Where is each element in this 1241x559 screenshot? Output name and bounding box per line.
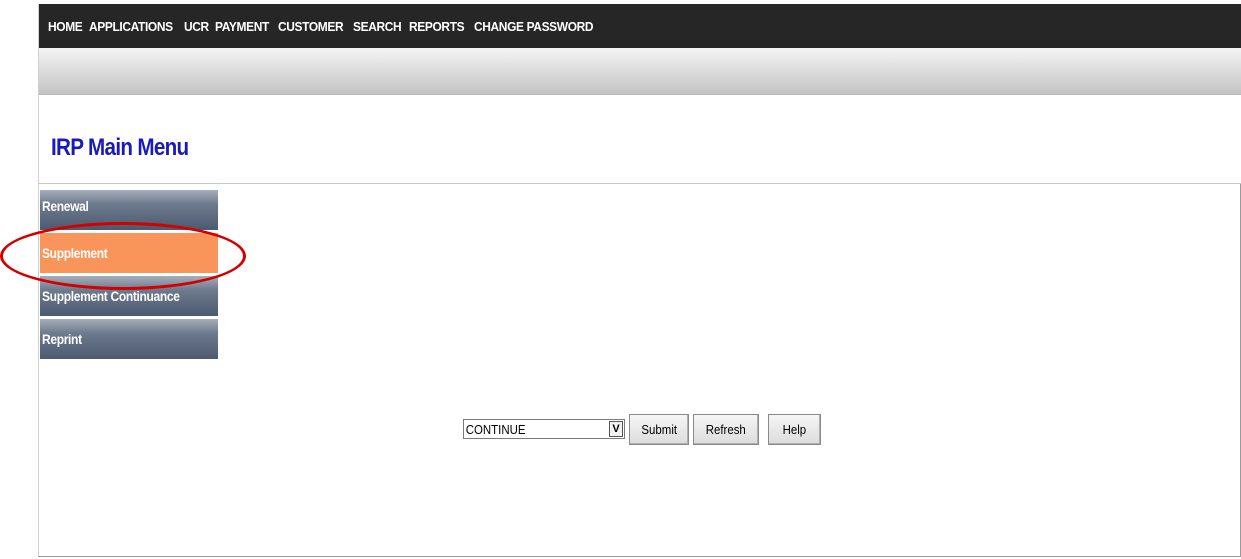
action-select-value: CONTINUE bbox=[465, 421, 526, 437]
help-button[interactable]: Help bbox=[768, 414, 821, 445]
title-area: IRP Main Menu bbox=[39, 95, 1241, 184]
action-controls: CONTINUE V Submit Refresh Help bbox=[463, 414, 821, 445]
app-frame: HOME APPLICATIONS UCR PAYMENT CUSTOMER S… bbox=[38, 4, 1241, 557]
chevron-down-icon[interactable]: V bbox=[609, 421, 623, 437]
menu-item-label: Supplement Continuance bbox=[42, 288, 180, 304]
nav-payment[interactable]: PAYMENT bbox=[215, 19, 269, 34]
menu-item-supplement[interactable]: Supplement bbox=[40, 233, 218, 273]
sub-toolbar bbox=[39, 48, 1241, 95]
help-button-label: Help bbox=[782, 422, 807, 437]
refresh-button[interactable]: Refresh bbox=[693, 414, 759, 445]
menu-item-renewal[interactable]: Renewal bbox=[40, 190, 218, 230]
irp-side-menu: Renewal Supplement Supplement Continuanc… bbox=[40, 190, 218, 362]
page-title: IRP Main Menu bbox=[51, 134, 189, 161]
menu-item-reprint[interactable]: Reprint bbox=[40, 319, 218, 359]
menu-item-label: Renewal bbox=[42, 198, 89, 214]
menu-item-label: Supplement bbox=[42, 245, 108, 261]
submit-button[interactable]: Submit bbox=[629, 414, 690, 445]
nav-customer[interactable]: CUSTOMER bbox=[278, 19, 344, 34]
nav-reports[interactable]: REPORTS bbox=[409, 19, 465, 34]
refresh-button-label: Refresh bbox=[706, 422, 747, 437]
nav-home[interactable]: HOME bbox=[48, 19, 83, 34]
top-navigation: HOME APPLICATIONS UCR PAYMENT CUSTOMER S… bbox=[39, 4, 1241, 48]
nav-ucr[interactable]: UCR bbox=[184, 19, 209, 34]
submit-button-label: Submit bbox=[641, 422, 678, 437]
nav-search[interactable]: SEARCH bbox=[353, 19, 402, 34]
menu-item-supplement-continuance[interactable]: Supplement Continuance bbox=[40, 276, 218, 316]
menu-item-label: Reprint bbox=[42, 331, 82, 347]
nav-applications[interactable]: APPLICATIONS bbox=[89, 19, 173, 34]
nav-change-password[interactable]: CHANGE PASSWORD bbox=[474, 19, 594, 34]
action-select[interactable]: CONTINUE V bbox=[463, 419, 625, 439]
